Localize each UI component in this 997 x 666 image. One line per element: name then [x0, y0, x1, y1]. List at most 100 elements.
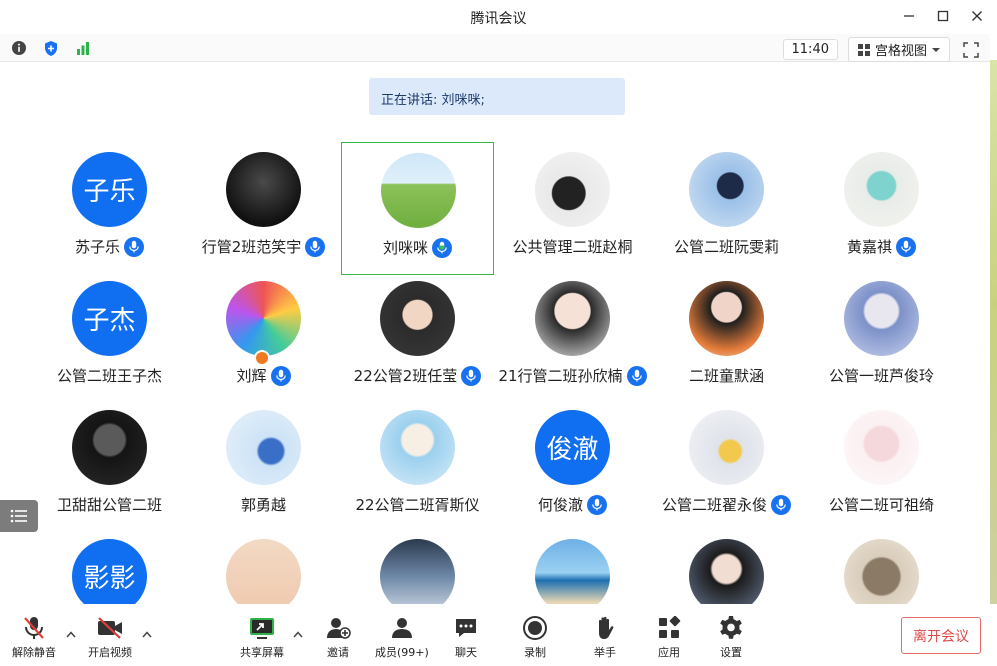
settings-button[interactable]: 设置	[717, 614, 745, 660]
participant-name: 22公管二班胥斯仪	[355, 496, 480, 514]
participant-tile[interactable]: 22公管2班任莹	[341, 271, 494, 404]
host-badge-icon	[254, 350, 270, 366]
participant-tile[interactable]: 刘辉	[187, 271, 340, 404]
meeting-clock: 11:40	[782, 39, 838, 60]
avatar	[844, 410, 919, 485]
avatar-initials: 俊澈	[546, 435, 599, 465]
side-list-button[interactable]	[0, 500, 38, 532]
avatar	[535, 281, 610, 356]
invite-button[interactable]: 邀请	[324, 614, 352, 660]
unmute-button[interactable]: 解除静音	[12, 614, 56, 660]
chat-label: 聊天	[455, 646, 477, 659]
grid-icon	[857, 43, 870, 56]
participant-tile[interactable]	[650, 529, 803, 604]
participant-name: 公共管理二班赵桐	[512, 238, 633, 256]
members-icon	[391, 618, 412, 638]
share-options-caret[interactable]	[293, 630, 303, 641]
participant-tile[interactable]: 俊澈何俊澈	[496, 400, 649, 533]
avatar	[844, 539, 919, 604]
raise-hand-label: 举手	[594, 646, 616, 659]
avatar	[226, 281, 301, 356]
participant-name-row: 21行管二班孙欣楠	[496, 365, 649, 386]
avatar	[689, 410, 764, 485]
participant-tile[interactable]: 公管二班阮雯莉	[650, 142, 803, 275]
mic-icon	[592, 498, 602, 511]
participant-tile[interactable]: 刘咪咪	[341, 142, 494, 275]
participant-tile[interactable]: 行管2班范笑宇	[187, 142, 340, 275]
participant-name: 公管二班可祖绮	[828, 496, 934, 514]
participant-tile[interactable]: 公管二班翟永俊	[650, 400, 803, 533]
participant-tile[interactable]: 二班童默涵	[650, 271, 803, 404]
participant-tile[interactable]: 公管二班可祖绮	[805, 400, 958, 533]
participant-tile[interactable]: 子乐 苏子乐	[33, 142, 186, 275]
fullscreen-button[interactable]	[960, 40, 982, 60]
share-screen-button[interactable]: 共享屏幕	[240, 614, 284, 660]
bottom-control-bar: 解除静音 开启视频 共享屏幕 邀请 成员(99+) 聊天 录制 举手 应用 设置…	[0, 604, 997, 666]
audio-options-caret[interactable]	[66, 630, 76, 641]
participant-tile[interactable]: 郭勇越	[187, 400, 340, 533]
view-mode-select[interactable]: 宫格视图	[847, 37, 950, 62]
video-options-caret[interactable]	[142, 630, 152, 641]
mic-icon	[466, 369, 477, 382]
start-video-button[interactable]: 开启视频	[88, 614, 132, 660]
participant-name-row: 何俊澈	[496, 494, 649, 515]
participant-tile[interactable]: 影影	[33, 529, 186, 604]
mic-indicator	[896, 236, 916, 257]
mic-muted-icon	[24, 617, 44, 639]
meeting-info-button[interactable]	[8, 38, 30, 58]
avatar	[72, 410, 147, 485]
background-edge	[990, 60, 997, 666]
participant-name: 黄嘉祺	[846, 238, 892, 256]
caret-down-icon	[932, 47, 940, 52]
maximize-button[interactable]	[933, 6, 953, 26]
participant-name: 何俊澈	[537, 496, 583, 514]
participant-tile[interactable]: 公共管理二班赵桐	[496, 142, 649, 275]
signal-bars-icon	[77, 42, 89, 55]
avatar	[226, 410, 301, 485]
participant-name-row: 黄嘉祺	[805, 236, 958, 257]
unmute-label: 解除静音	[12, 646, 56, 659]
add-user-icon	[327, 618, 351, 639]
chat-button[interactable]: 聊天	[452, 614, 480, 660]
mic-icon	[275, 369, 286, 382]
leave-meeting-button[interactable]: 离开会议	[901, 617, 981, 654]
avatar: 子杰	[72, 281, 147, 356]
participant-name-row: 行管2班范笑宇	[187, 236, 340, 257]
participant-tile[interactable]: 公管一班芦俊玲	[805, 271, 958, 404]
record-button[interactable]: 录制	[521, 614, 549, 660]
apps-button[interactable]: 应用	[655, 614, 683, 660]
hand-icon	[599, 616, 614, 639]
close-button[interactable]	[967, 6, 987, 26]
participant-tile[interactable]	[341, 529, 494, 604]
mic-icon	[631, 369, 642, 382]
raise-hand-button[interactable]: 举手	[591, 614, 619, 660]
participant-name: 郭勇越	[240, 496, 286, 514]
avatar	[226, 539, 301, 604]
participant-tile[interactable]	[805, 529, 958, 604]
caret-up-icon	[142, 631, 152, 638]
participant-tile[interactable]	[187, 529, 340, 604]
participant-tile[interactable]: 子杰 公管二班王子杰	[33, 271, 186, 404]
mic-speaking-indicator	[432, 237, 452, 258]
fullscreen-icon	[963, 41, 979, 58]
avatar	[689, 152, 764, 227]
security-button[interactable]	[40, 38, 62, 58]
participant-tile[interactable]: 21行管二班孙欣楠	[496, 271, 649, 404]
participant-tile[interactable]	[496, 529, 649, 604]
mic-icon	[129, 240, 139, 253]
members-button[interactable]: 成员(99+)	[375, 614, 429, 660]
minimize-button[interactable]	[899, 6, 919, 26]
participant-name-row: 公管二班王子杰	[33, 365, 186, 386]
share-screen-icon	[250, 618, 274, 639]
network-signal-button[interactable]	[72, 38, 94, 58]
participant-tile[interactable]: 卫甜甜公管二班	[33, 400, 186, 533]
start-video-label: 开启视频	[88, 646, 132, 659]
shield-icon	[45, 40, 57, 56]
participant-tile[interactable]: 22公管二班胥斯仪	[341, 400, 494, 533]
participant-name-row: 公管二班可祖绮	[805, 494, 958, 515]
participant-name-row: 刘咪咪	[342, 237, 493, 258]
record-label: 录制	[524, 646, 546, 659]
avatar-initials: 影影	[83, 564, 136, 594]
share-screen-label: 共享屏幕	[240, 646, 284, 659]
participant-tile[interactable]: 黄嘉祺	[805, 142, 958, 275]
